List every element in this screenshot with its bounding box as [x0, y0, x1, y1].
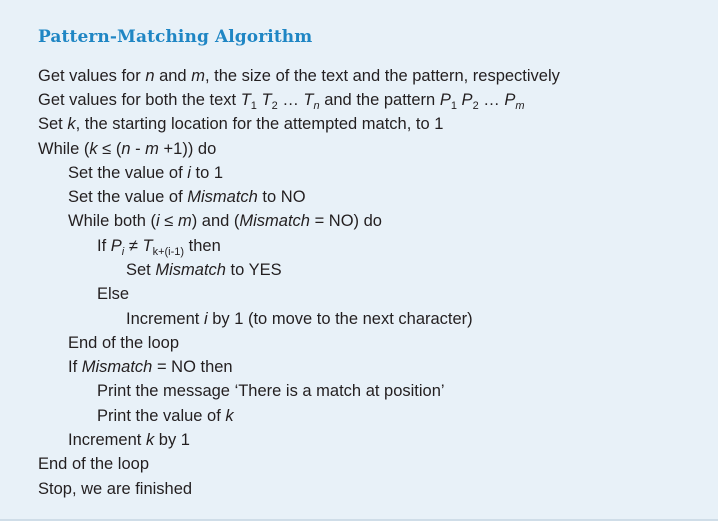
step-else: Else [97, 285, 130, 303]
step-set-k: Set k, the starting location for the att… [38, 115, 444, 133]
step-print-message: Print the message ‘There is a match at p… [97, 382, 445, 400]
step-set-mismatch-yes: Set Mismatch to YES [126, 261, 282, 279]
step-print-k: Print the value of k [97, 407, 234, 425]
step-increment-k: Increment k by 1 [68, 431, 190, 449]
step-set-i: Set the value of i to 1 [68, 164, 224, 182]
step-end-inner-loop: End of the loop [68, 334, 180, 352]
step-inner-while: While both (i ≤ m) and (Mismatch = NO) d… [68, 212, 382, 230]
step-if-no-mismatch: If Mismatch = NO then [68, 358, 233, 376]
step-get-values: Get values for both the text T1 T2 … Tn … [38, 91, 525, 112]
step-stop: Stop, we are finished [38, 480, 193, 498]
box-title: Pattern-Matching Algorithm [38, 27, 313, 47]
step-set-mismatch: Set the value of Mismatch to NO [68, 188, 306, 206]
step-end-outer-loop: End of the loop [38, 455, 150, 473]
step-increment-i: Increment i by 1 (to move to the next ch… [126, 310, 473, 328]
step-get-sizes: Get values for n and m, the size of the … [38, 67, 560, 85]
step-if-compare: If Pi ≠ Tk+(i-1) then [97, 237, 221, 258]
step-outer-while: While (k ≤ (n - m +1)) do [38, 140, 217, 158]
algorithm-box: Pattern-Matching Algorithm Get values fo… [0, 0, 718, 521]
